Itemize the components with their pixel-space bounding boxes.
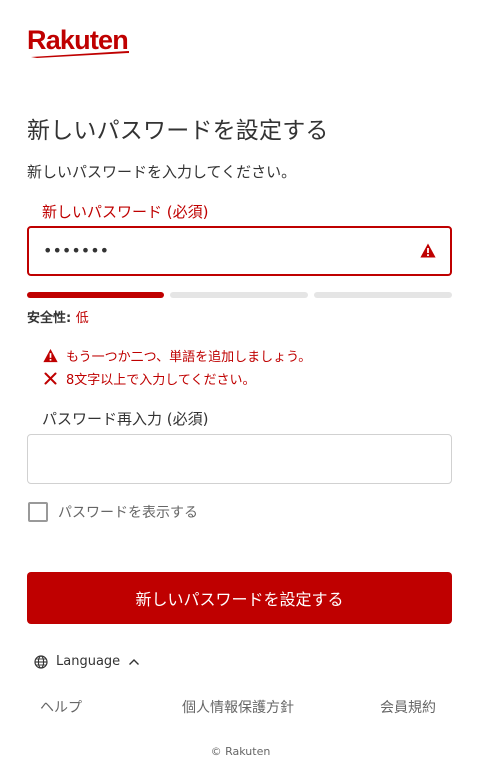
- globe-icon: [34, 654, 48, 669]
- validation-message-text: 8文字以上で入力してください。: [66, 373, 256, 388]
- copyright: © Rakuten: [210, 745, 271, 758]
- rakuten-logo: Rakuten: [27, 27, 137, 61]
- strength-segment-2: [170, 292, 308, 298]
- footer-link-privacy[interactable]: 個人情報保護方針: [182, 697, 294, 717]
- footer-link-terms[interactable]: 会員規約: [380, 697, 436, 717]
- validation-message-text: もう一つか二つ、単語を追加しましょう。: [66, 350, 312, 365]
- chevron-up-icon: [129, 658, 140, 665]
- new-password-input[interactable]: •••••••: [27, 226, 452, 276]
- strength-segment-1: [27, 292, 164, 298]
- confirm-password-input[interactable]: [27, 434, 452, 484]
- show-password-checkbox[interactable]: [28, 502, 48, 522]
- page-subtitle: 新しいパスワードを入力してください。: [27, 163, 297, 181]
- warning-icon: [43, 348, 58, 363]
- strength-level: 低: [75, 311, 89, 326]
- language-label: Language: [56, 654, 121, 669]
- strength-indicator: 安全性: 低: [27, 307, 89, 326]
- footer-link-help[interactable]: ヘルプ: [40, 697, 82, 717]
- validation-message: 8文字以上で入力してください。: [43, 369, 256, 388]
- logo-swoosh-icon: [31, 51, 129, 58]
- show-password-label: パスワードを表示する: [58, 505, 198, 521]
- set-password-button[interactable]: 新しいパスワードを設定する: [27, 572, 452, 624]
- close-icon: [44, 372, 57, 385]
- language-selector[interactable]: Language: [34, 654, 140, 669]
- validation-message: もう一つか二つ、単語を追加しましょう。: [43, 346, 311, 365]
- confirm-password-label: パスワード再入力 (必須): [42, 410, 209, 428]
- page-title: 新しいパスワードを設定する: [27, 118, 329, 144]
- strength-segment-3: [314, 292, 452, 298]
- warning-icon: [420, 243, 436, 258]
- new-password-value: •••••••: [43, 241, 110, 260]
- new-password-label: 新しいパスワード (必須): [42, 203, 209, 221]
- show-password-toggle[interactable]: パスワードを表示する: [28, 502, 198, 522]
- strength-label: 安全性:: [27, 311, 76, 326]
